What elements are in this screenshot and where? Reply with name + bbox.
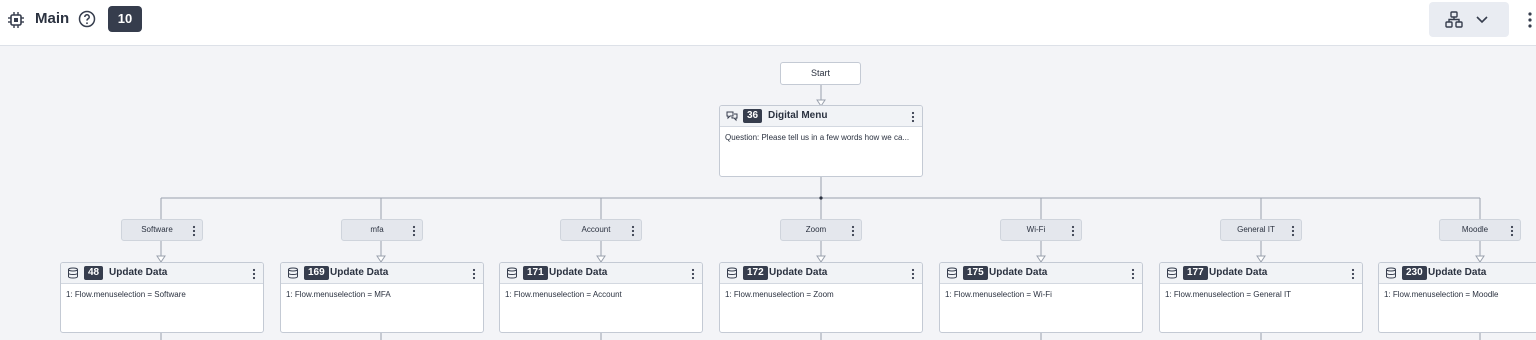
update-data-node[interactable]: 175 Update Data 1: Flow.menuselection = … — [939, 262, 1143, 333]
node-title: Update Data — [109, 267, 168, 278]
node-id-badge: 171 — [523, 266, 548, 280]
node-title: Update Data — [549, 267, 608, 278]
node-header: 48 Update Data — [61, 263, 263, 284]
branch-label-zoom[interactable]: Zoom — [780, 219, 862, 241]
branch-label-text: Wi-Fi — [1026, 225, 1046, 234]
update-data-node[interactable]: 169 Update Data 1: Flow.menuselection = … — [280, 262, 484, 333]
branch-label-text: Software — [141, 225, 173, 234]
node-menu-icon[interactable] — [911, 268, 915, 280]
node-header: 175 Update Data — [940, 263, 1142, 284]
update-data-node[interactable]: 172 Update Data 1: Flow.menuselection = … — [719, 262, 923, 333]
node-body: 1: Flow.menuselection = General IT — [1165, 290, 1292, 299]
node-menu-icon[interactable] — [1131, 268, 1135, 280]
branch-label-text: Zoom — [805, 225, 827, 234]
node-menu-icon[interactable] — [691, 268, 695, 280]
branch-menu-icon[interactable] — [631, 225, 635, 237]
branch-menu-icon[interactable] — [192, 225, 196, 237]
branch-menu-icon[interactable] — [1291, 225, 1295, 237]
node-title: Update Data — [1428, 267, 1487, 278]
node-body: Question: Please tell us in a few words … — [725, 133, 910, 142]
node-body: 1: Flow.menuselection = Software — [66, 290, 186, 299]
database-icon — [1386, 267, 1396, 279]
digital-menu-node[interactable]: 36 Digital Menu Question: Please tell us… — [719, 105, 923, 177]
node-id-badge: 172 — [743, 266, 768, 280]
database-icon — [68, 267, 78, 279]
node-id-badge: 48 — [84, 266, 104, 280]
node-body: 1: Flow.menuselection = Wi-Fi — [945, 290, 1052, 299]
flow-canvas[interactable]: Start 36 Digital Menu Question: Please t… — [0, 46, 1536, 340]
node-title: Update Data — [769, 267, 828, 278]
node-header: 230 Update Data — [1379, 263, 1536, 284]
node-header: 36 Digital Menu — [720, 106, 922, 127]
chat-bubbles-icon — [726, 111, 738, 122]
branch-label-moodle[interactable]: Moodle — [1439, 219, 1521, 241]
node-id-badge: 230 — [1402, 266, 1427, 280]
cpu-chip-icon — [8, 12, 24, 28]
node-menu-icon[interactable] — [911, 111, 915, 123]
node-menu-icon[interactable] — [472, 268, 476, 280]
branch-label-text: Moodle — [1461, 225, 1489, 234]
node-header: 172 Update Data — [720, 263, 922, 284]
node-title: Update Data — [1209, 267, 1268, 278]
node-header: 169 Update Data — [281, 263, 483, 284]
branch-label-account[interactable]: Account — [560, 219, 642, 241]
database-icon — [288, 267, 298, 279]
update-data-node[interactable]: 171 Update Data 1: Flow.menuselection = … — [499, 262, 703, 333]
more-options-icon[interactable] — [1525, 9, 1535, 31]
database-icon — [727, 267, 737, 279]
layout-dropdown-button[interactable] — [1429, 2, 1509, 37]
node-body: 1: Flow.menuselection = Zoom — [725, 290, 834, 299]
branch-label-software[interactable]: Software — [121, 219, 203, 241]
node-id-badge: 177 — [1183, 266, 1208, 280]
count-badge: 10 — [108, 6, 142, 32]
branch-label-general-it[interactable]: General IT — [1220, 219, 1302, 241]
branch-menu-icon[interactable] — [1510, 225, 1514, 237]
page-title: Main — [35, 10, 70, 27]
update-data-node[interactable]: 177 Update Data 1: Flow.menuselection = … — [1159, 262, 1363, 333]
branch-label-text: General IT — [1237, 225, 1275, 234]
node-header: 171 Update Data — [500, 263, 702, 284]
branch-menu-icon[interactable] — [412, 225, 416, 237]
node-id-badge: 175 — [963, 266, 988, 280]
update-data-node[interactable]: 48 Update Data 1: Flow.menuselection = S… — [60, 262, 264, 333]
org-chart-icon — [1445, 11, 1463, 28]
node-id-badge: 169 — [304, 266, 329, 280]
help-icon[interactable] — [78, 10, 96, 28]
chevron-down-icon — [1476, 16, 1488, 24]
branch-label-text: Account — [581, 225, 611, 234]
branch-menu-icon[interactable] — [1071, 225, 1075, 237]
branch-label-wifi[interactable]: Wi-Fi — [1000, 219, 1082, 241]
branch-menu-icon[interactable] — [851, 225, 855, 237]
node-title: Digital Menu — [768, 110, 828, 121]
update-data-node[interactable]: 230 Update Data 1: Flow.menuselection = … — [1378, 262, 1536, 333]
node-body: 1: Flow.menuselection = Account — [505, 290, 622, 299]
branch-label-mfa[interactable]: mfa — [341, 219, 423, 241]
start-node[interactable]: Start — [780, 62, 861, 85]
database-icon — [1167, 267, 1177, 279]
node-title: Update Data — [989, 267, 1048, 278]
node-id-badge: 36 — [743, 109, 763, 123]
database-icon — [507, 267, 517, 279]
node-body: 1: Flow.menuselection = MFA — [286, 290, 391, 299]
branch-label-text: mfa — [370, 225, 384, 234]
node-menu-icon[interactable] — [252, 268, 256, 280]
node-menu-icon[interactable] — [1351, 268, 1355, 280]
node-title: Update Data — [330, 267, 389, 278]
node-body: 1: Flow.menuselection = Moodle — [1384, 290, 1499, 299]
node-header: 177 Update Data — [1160, 263, 1362, 284]
top-toolbar: Main 10 — [0, 0, 1536, 46]
database-icon — [947, 267, 957, 279]
